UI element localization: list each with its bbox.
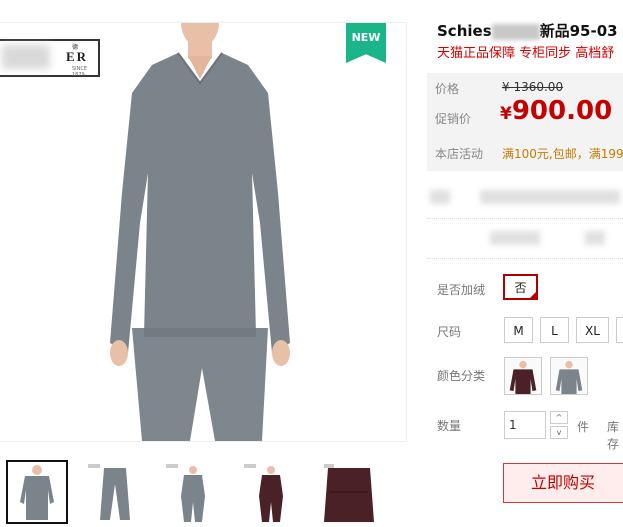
quantity-label: 数量: [437, 419, 462, 433]
quantity-decrease-button[interactable]: v: [550, 426, 568, 439]
promo-price-value: 900.00: [511, 96, 613, 126]
divider: [427, 258, 623, 259]
brand-logo: 德 ER SINCE 1879: [0, 39, 100, 78]
main-product-image[interactable]: [90, 23, 310, 441]
thumbnail-grey-set[interactable]: [164, 462, 222, 522]
buy-now-button[interactable]: 立即购买: [503, 463, 623, 503]
blurred-info: [490, 231, 540, 245]
size-option-l[interactable]: L: [540, 317, 569, 343]
quantity-input[interactable]: 1: [504, 411, 546, 439]
store-promo-label: 本店活动: [435, 147, 484, 161]
color-swatch-grey[interactable]: [550, 357, 588, 395]
original-price-label: 价格: [435, 82, 460, 96]
currency-symbol: ¥: [500, 104, 512, 124]
size-option-more[interactable]: [616, 317, 623, 343]
promo-price: ¥900.00: [500, 96, 612, 126]
thumbnail-maroon-set[interactable]: [242, 462, 300, 522]
product-title: Schies 新品95-03: [437, 20, 618, 41]
product-title-prefix: Schies: [437, 22, 492, 40]
thumbnail-maroon-closeup[interactable]: [320, 462, 378, 522]
blurred-info: [480, 190, 620, 204]
product-subtitle: 天猫正品保障 专柜同步 高档舒: [437, 46, 615, 61]
stock-label: 库存: [607, 420, 620, 451]
fleece-option-no[interactable]: 否: [503, 274, 538, 300]
blurred-info: [430, 190, 450, 204]
new-badge: NEW: [346, 23, 386, 63]
zoom-icon[interactable]: [383, 441, 401, 442]
fleece-label: 是否加绒: [437, 283, 486, 297]
blurred-logo-mark: [2, 45, 50, 69]
size-label: 尺码: [437, 325, 462, 339]
original-price: ¥ 1360.00: [502, 80, 564, 94]
price-panel: 价格 ¥ 1360.00 促销价 ¥900.00 本店活动 满100元,包邮，满…: [427, 73, 623, 171]
product-gallery: 德 ER SINCE 1879 NEW: [0, 22, 407, 442]
size-option-xl[interactable]: XL: [576, 317, 609, 343]
redacted-title-segment: [491, 23, 540, 40]
thumbnail-strip: [0, 458, 420, 527]
quantity-increase-button[interactable]: ^: [550, 411, 568, 424]
thumbnail-grey-pants[interactable]: [86, 462, 144, 522]
promo-price-label: 促销价: [435, 112, 472, 126]
quantity-unit: 件: [577, 420, 590, 434]
blurred-info: [585, 231, 605, 245]
color-label: 颜色分类: [437, 369, 486, 383]
color-swatch-maroon[interactable]: [504, 357, 542, 395]
brand-logo-text: ER: [66, 49, 89, 64]
store-promo-text: 满100元,包邮，满199: [502, 147, 623, 161]
divider: [427, 218, 623, 219]
size-option-m[interactable]: M: [504, 317, 533, 343]
product-title-suffix: 新品95-03: [539, 22, 618, 40]
thumbnail-grey-shirt[interactable]: [6, 460, 68, 524]
